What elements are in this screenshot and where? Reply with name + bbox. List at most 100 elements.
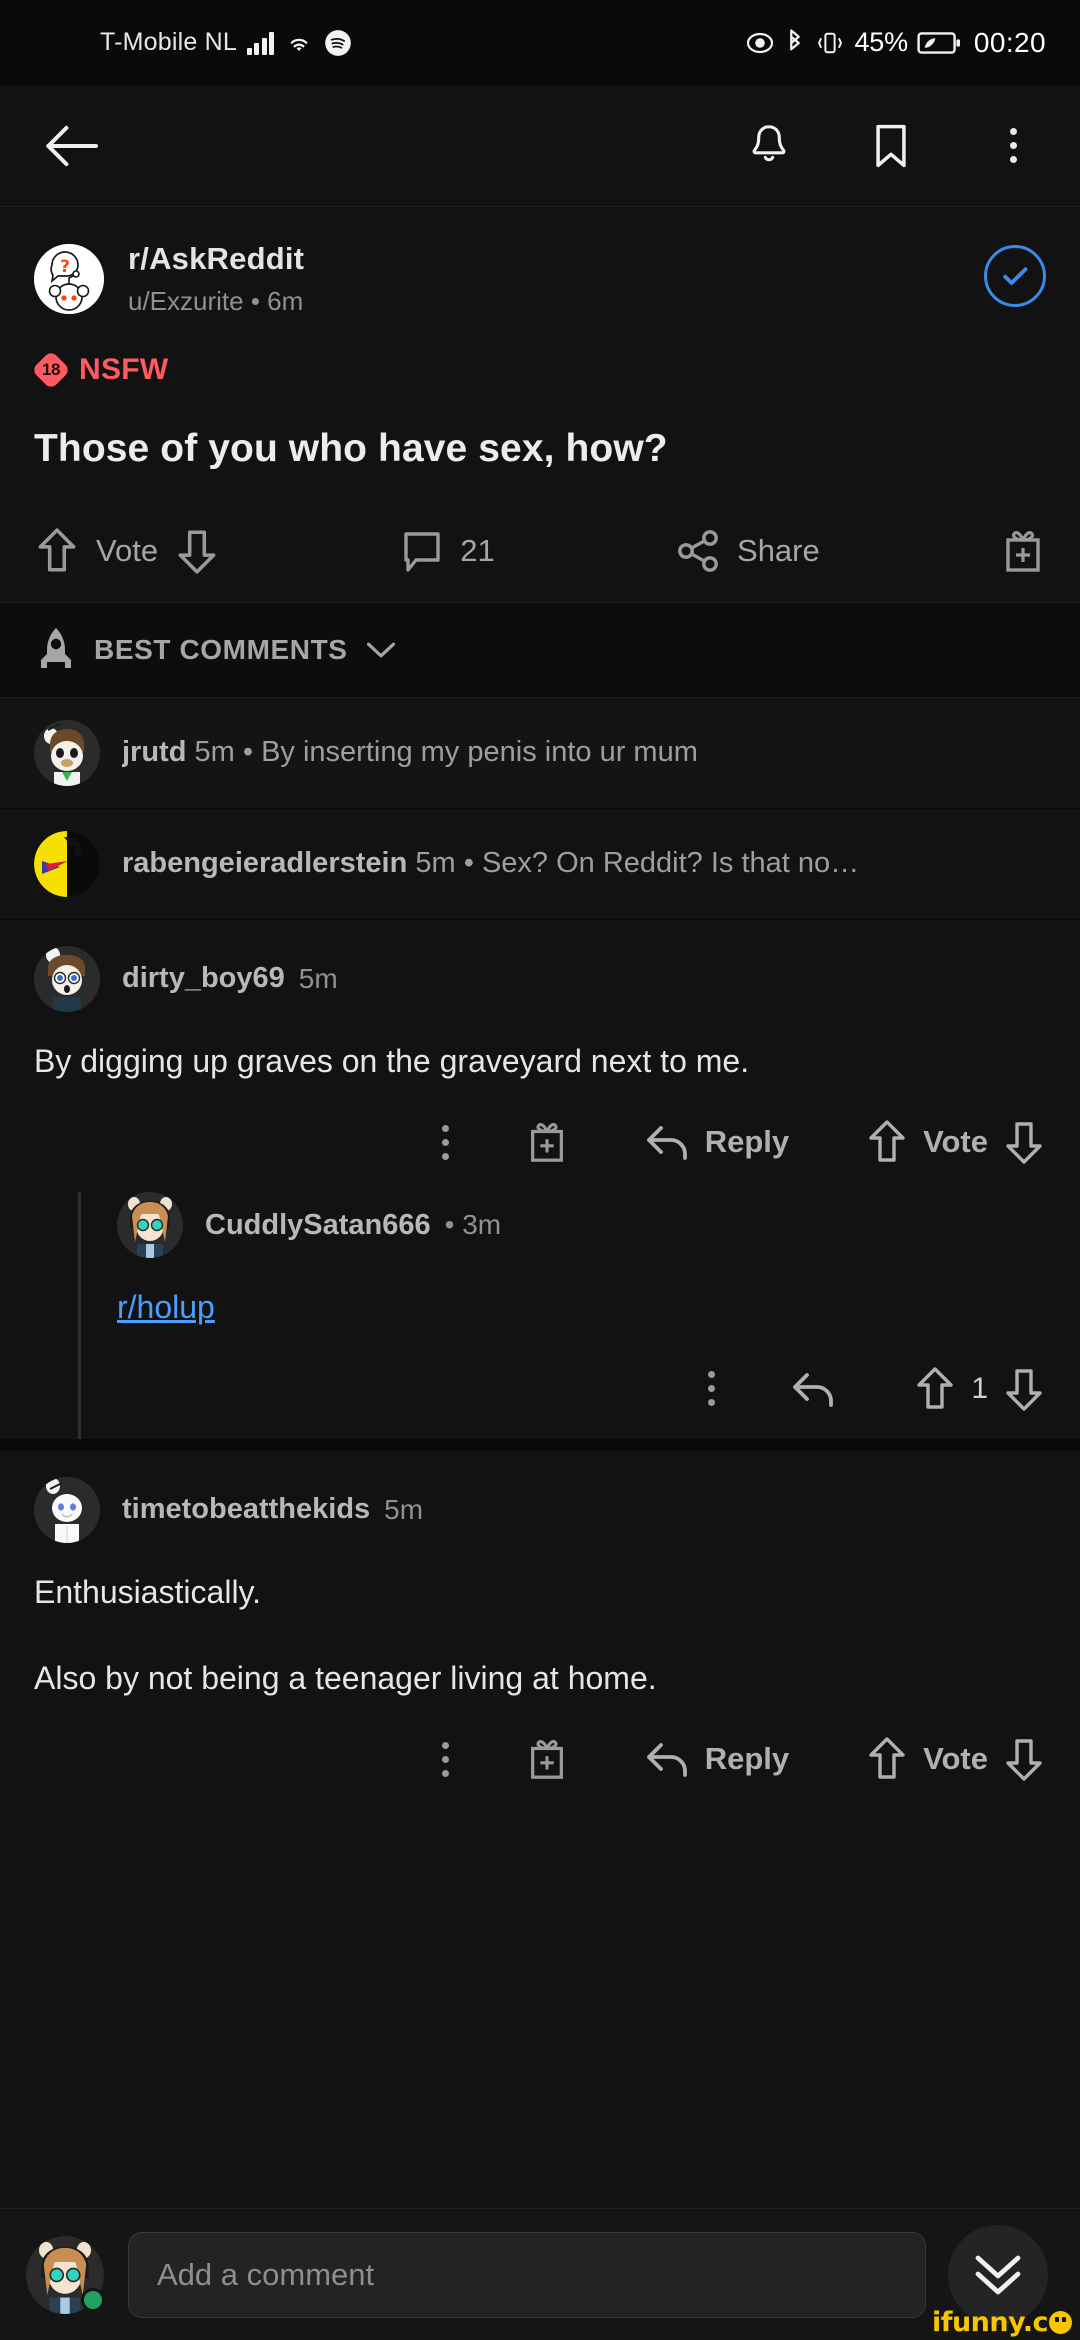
rocket-icon [41, 627, 71, 668]
avatar[interactable] [117, 1192, 183, 1259]
comment-vote-group[interactable]: Vote [865, 1118, 1046, 1166]
comment-reply-button[interactable]: Reply [645, 1122, 789, 1162]
comment-more-button[interactable] [441, 1741, 449, 1777]
avatar[interactable] [34, 945, 100, 1012]
collapsed-comment-preview: Sex? On Reddit? Is that no… [481, 847, 860, 880]
nsfw-tag: 18 NSFW [31, 350, 1046, 390]
bell-icon [752, 124, 786, 161]
collapsed-comment[interactable]: rabengeieradlerstein 5m • Sex? On Reddit… [0, 808, 1080, 920]
nsfw-18-icon: 18 [31, 350, 71, 390]
avatar [34, 830, 100, 897]
check-circle-icon [1003, 267, 1028, 285]
reply-body: r/holup [117, 1284, 1046, 1330]
post-vote-label: Vote [96, 532, 159, 568]
kebab-menu-icon [708, 1371, 716, 1407]
post-title: Those of you who have sex, how? [34, 427, 668, 470]
reply-score: 1 [971, 1371, 988, 1405]
comment-body-line-1: Enthusiastically. [34, 1573, 262, 1610]
comment-vote-group[interactable]: Vote [865, 1735, 1046, 1783]
chevron-down-icon[interactable] [366, 640, 396, 660]
comment-reply-label: Reply [704, 1124, 790, 1160]
comment-body: By digging up graves on the graveyard ne… [34, 1042, 750, 1079]
save-post-button[interactable] [856, 111, 926, 181]
comment-action-bar: Reply Vote [34, 1118, 1046, 1192]
downvote-arrow-icon[interactable] [174, 526, 220, 576]
current-user-avatar[interactable] [26, 2235, 105, 2314]
status-bar: T-Mobile NL 45% 00:20 [0, 0, 1080, 85]
post-comments-button[interactable]: 21 [400, 528, 495, 574]
upvote-arrow-icon[interactable] [34, 526, 80, 576]
reply-arrow-icon [646, 1126, 687, 1161]
collapsed-comment-time: 5m [194, 736, 235, 769]
add-comment-placeholder: Add a comment [157, 2256, 375, 2292]
avatar[interactable] [34, 1476, 100, 1543]
back-arrow-icon [46, 125, 99, 166]
post-container: ? r/AskReddit u/Exzurite • 6m 18 NSFW Th… [0, 207, 1080, 602]
comment-time: 5m [384, 1493, 424, 1525]
downvote-arrow-icon[interactable] [1002, 1365, 1046, 1413]
collapsed-comment-line: jrutd 5m • By inserting my penis into ur… [122, 736, 698, 769]
status-bar-right: 45% 00:20 [745, 27, 1046, 59]
add-comment-input[interactable]: Add a comment [128, 2231, 926, 2318]
comment-more-button[interactable] [441, 1124, 449, 1160]
signal-icon [246, 31, 275, 55]
comment-thread: dirty_boy69 5m By digging up graves on t… [0, 919, 1080, 1439]
comment-body-line-2: Also by not being a teenager living at h… [34, 1659, 657, 1696]
comment-header: timetobeatthekids 5m [34, 1476, 1046, 1543]
downvote-arrow-icon[interactable] [1002, 1118, 1046, 1166]
vibrate-icon [818, 32, 843, 53]
user-avatar-jrutd [34, 719, 100, 786]
subreddit-link[interactable]: r/holup [117, 1289, 215, 1325]
sort-label: BEST COMMENTS [94, 633, 348, 665]
kebab-menu-icon [1009, 128, 1017, 163]
collapsed-comment-author[interactable]: rabengeieradlerstein [122, 847, 407, 879]
comment-bubble-icon [404, 532, 440, 572]
post-share-button[interactable]: Share [675, 528, 820, 574]
upvote-arrow-icon[interactable] [913, 1365, 957, 1413]
reply-vote-group[interactable]: 1 [913, 1365, 1046, 1413]
battery-icon [917, 31, 960, 54]
downvote-arrow-icon[interactable] [1002, 1735, 1046, 1783]
reply-reply-button[interactable] [791, 1369, 837, 1409]
kebab-menu-icon [441, 1741, 449, 1777]
subreddit-avatar[interactable]: ? [34, 244, 104, 314]
reply-more-button[interactable] [708, 1371, 716, 1407]
collapsed-comment-separator: • [463, 847, 474, 880]
joined-button[interactable] [984, 245, 1046, 307]
nav-bar [0, 85, 1080, 207]
watermark-text: ifunny.c [931, 2307, 1049, 2338]
collapsed-comment[interactable]: jrutd 5m • By inserting my penis into ur… [0, 697, 1080, 809]
post-more-button[interactable] [978, 111, 1048, 181]
carrier-label: T-Mobile NL [100, 28, 237, 56]
comment-author[interactable]: dirty_boy69 [122, 962, 285, 995]
award-gift-icon [530, 1123, 563, 1162]
post-action-bar: Vote 21 Share [34, 526, 1046, 602]
comment-award-button[interactable] [525, 1735, 569, 1783]
post-author-time[interactable]: u/Exzurite • 6m [128, 286, 304, 317]
collapsed-comment-time: 5m [415, 847, 456, 880]
post-byline-group: r/AskReddit u/Exzurite • 6m [128, 241, 304, 317]
reply-author[interactable]: CuddlySatan666 [205, 1209, 431, 1242]
bookmark-icon [876, 124, 906, 167]
post-share-label: Share [737, 532, 820, 568]
back-button[interactable] [38, 111, 108, 181]
collapsed-comment-author[interactable]: jrutd [122, 736, 186, 768]
comment-author[interactable]: timetobeatthekids [122, 1493, 370, 1526]
status-bar-left: T-Mobile NL [100, 28, 352, 57]
svg-text:?: ? [60, 257, 70, 277]
double-chevron-down-icon [975, 2255, 1021, 2294]
upvote-arrow-icon[interactable] [865, 1118, 909, 1166]
comment-header: dirty_boy69 5m [34, 945, 1046, 1012]
reply-time: • 3m [444, 1209, 502, 1241]
notifications-button[interactable] [734, 111, 804, 181]
share-icon [678, 529, 718, 572]
upvote-arrow-icon[interactable] [865, 1735, 909, 1783]
post-vote-group[interactable]: Vote [34, 526, 220, 576]
subreddit-name[interactable]: r/AskReddit [128, 241, 304, 277]
comment-award-button[interactable] [525, 1118, 569, 1166]
comment-sort-bar[interactable]: BEST COMMENTS [0, 601, 1080, 698]
comment-reply-button[interactable]: Reply [645, 1739, 789, 1779]
comment-action-bar: Reply Vote [34, 1735, 1046, 1809]
reply-header: CuddlySatan666 • 3m [117, 1192, 1046, 1259]
post-award-button[interactable] [1000, 526, 1046, 576]
